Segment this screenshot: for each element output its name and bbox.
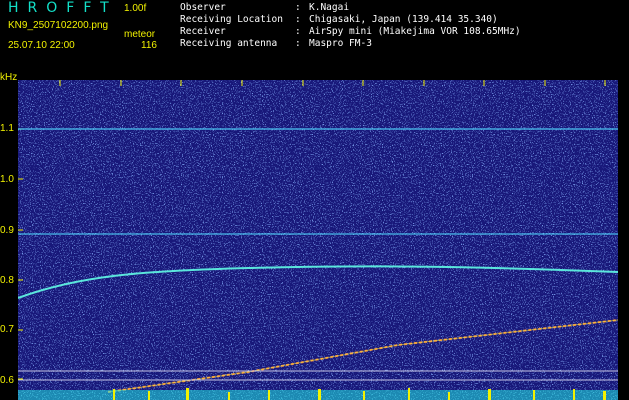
info-row-observer: Observer: K.Nagai bbox=[180, 2, 350, 13]
info-row-antenna: Receiving antenna: Maspro FM-3 bbox=[180, 38, 372, 49]
file-name: KN9_2507102200.png bbox=[8, 20, 109, 31]
datetime-label: 25.07.10 22:00 bbox=[8, 40, 75, 51]
y-tick-label: 0.6 bbox=[0, 375, 14, 386]
info-row-location: Receiving Location: Chigasaki, Japan (139… bbox=[180, 14, 498, 25]
y-tick-label: 0.7 bbox=[0, 324, 14, 335]
y-tick-label: 0.9 bbox=[0, 225, 14, 236]
header-left-panel: HROFFT 1.00f KN9_2507102200.png meteor 2… bbox=[0, 0, 175, 70]
y-tick-label: 1.1 bbox=[0, 123, 14, 134]
y-tick-label: 1.0 bbox=[0, 174, 14, 185]
info-row-receiver: Receiver: AirSpy mini (Miakejima VOR 108.… bbox=[180, 26, 521, 37]
mode-label: meteor bbox=[124, 29, 156, 40]
app-title: HROFFT bbox=[8, 0, 118, 16]
version-label: 1.00f bbox=[124, 3, 147, 14]
observation-info: Observer: K.Nagai Receiving Location: Chig… bbox=[180, 2, 521, 50]
count-label: 116 bbox=[141, 40, 157, 51]
y-axis-unit: kHz bbox=[0, 72, 18, 83]
spectrogram-plot bbox=[18, 80, 618, 400]
noise-texture bbox=[18, 80, 618, 400]
y-tick-label: 0.8 bbox=[0, 275, 14, 286]
